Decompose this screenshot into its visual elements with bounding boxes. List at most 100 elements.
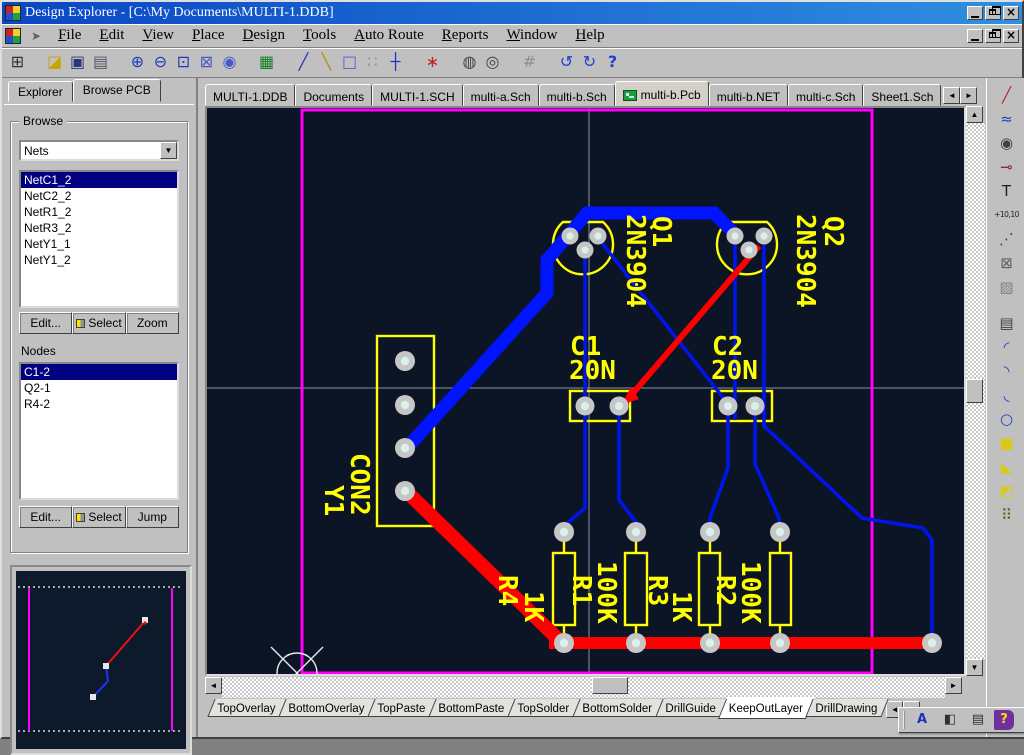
place-hatch-fill-icon[interactable]: ▨ xyxy=(994,276,1020,300)
nets-listbox[interactable]: NetC1_2NetC2_2NetR1_2NetR3_2NetY1_1NetY1… xyxy=(19,170,179,308)
designator-q2[interactable]: Q2 xyxy=(818,216,848,247)
place-segment-icon[interactable]: ≈ xyxy=(994,108,1020,132)
menu-view[interactable]: View xyxy=(133,25,183,46)
board-preview-panel[interactable] xyxy=(10,565,192,755)
layer-tab-topoverlay[interactable]: TopOverlay xyxy=(207,699,286,717)
open-document-icon[interactable]: ◪ xyxy=(43,51,66,74)
print-icon[interactable]: ▤ xyxy=(89,51,112,74)
panel-tab-explorer[interactable]: Explorer xyxy=(8,81,73,102)
designator-y1[interactable]: Y1 xyxy=(318,485,348,516)
select-area-icon[interactable]: □ xyxy=(338,51,361,74)
menu-help[interactable]: Help xyxy=(567,25,614,46)
zoom-out-icon[interactable]: ⊖ xyxy=(149,51,172,74)
menu-file[interactable]: File xyxy=(49,25,90,46)
document-system-icon[interactable] xyxy=(5,28,21,44)
panel-toggle-icon[interactable]: ◧ xyxy=(938,710,962,730)
vertical-scrollbar[interactable]: ▲ ▼ xyxy=(966,106,985,676)
minimize-button[interactable] xyxy=(967,6,983,20)
nodes-select-button[interactable]: Select xyxy=(72,506,125,528)
layer-tab-bottomoverlay[interactable]: BottomOverlay xyxy=(279,699,376,717)
zoom-in-icon[interactable]: ⊕ xyxy=(126,51,149,74)
component-r2-outline[interactable] xyxy=(770,553,791,625)
place-room-icon[interactable]: ⊠ xyxy=(994,252,1020,276)
route-smart-icon[interactable]: ╲ xyxy=(315,51,338,74)
nets-select-button[interactable]: Select xyxy=(72,312,125,334)
undo-icon[interactable]: ↺ xyxy=(555,51,578,74)
value-y1[interactable]: CON2 xyxy=(344,453,374,516)
value-c2[interactable]: 20N xyxy=(711,356,758,386)
help-book-icon[interactable]: ? xyxy=(994,710,1014,730)
pcb-canvas[interactable]: Q1 2N3904 Q2 2N3904 C1 20N C2 20N Y1 CON… xyxy=(205,106,966,676)
menu-place[interactable]: Place xyxy=(183,25,233,46)
browse-mode-combobox[interactable]: Nets ▼ xyxy=(19,140,179,161)
value-q2[interactable]: 2N3904 xyxy=(790,214,820,308)
horizontal-scroll-thumb[interactable] xyxy=(592,677,628,694)
route-track-icon[interactable]: ╱ xyxy=(292,51,315,74)
menu-window[interactable]: Window xyxy=(497,25,566,46)
scroll-down-icon[interactable]: ▼ xyxy=(966,659,983,676)
place-string-icon[interactable]: T xyxy=(994,180,1020,204)
value-r2[interactable]: 100K xyxy=(735,561,765,624)
panel-tab-browse-pcb[interactable]: Browse PCB xyxy=(73,79,161,102)
doc-tab-multi-b-net[interactable]: multi-b.NET xyxy=(709,84,788,106)
scroll-right-icon[interactable]: ► xyxy=(945,677,962,694)
grid-icon[interactable]: # xyxy=(518,51,541,74)
value-r3[interactable]: 1K xyxy=(666,591,696,623)
value-c1[interactable]: 20N xyxy=(569,356,616,386)
layer-tab-topsolder[interactable]: TopSolder xyxy=(507,699,580,717)
redo-icon[interactable]: ↻ xyxy=(578,51,601,74)
doc-tab-multi-b-pcb[interactable]: multi-b.Pcb xyxy=(615,81,709,106)
menu-tools[interactable]: Tools xyxy=(294,25,345,46)
net-item-nety1-1[interactable]: NetY1_1 xyxy=(21,236,177,252)
full-circle-icon[interactable]: ○ xyxy=(994,408,1020,432)
layer-tab-bottomsolder[interactable]: BottomSolder xyxy=(572,699,663,717)
value-r1[interactable]: 100K xyxy=(591,561,621,624)
nodes-edit-button[interactable]: Edit... xyxy=(19,506,72,528)
doc-tab-multi-1-ddb[interactable]: MULTI-1.DDB xyxy=(205,84,295,106)
doc-tab-multi-c-sch[interactable]: multi-c.Sch xyxy=(788,84,863,106)
place-dimension-icon[interactable]: ⋰ xyxy=(994,228,1020,252)
child-close-button[interactable]: × xyxy=(1003,29,1019,43)
doc-tab-sheet1-sch[interactable]: Sheet1.Sch xyxy=(863,84,941,106)
nets-edit-button[interactable]: Edit... xyxy=(19,312,72,334)
move-icon[interactable]: ┼ xyxy=(384,51,407,74)
vertical-scroll-thumb[interactable] xyxy=(966,379,983,403)
place-component-icon[interactable]: ▤ xyxy=(994,312,1020,336)
split-plane-icon[interactable]: ◩ xyxy=(994,480,1020,504)
scroll-left-icon[interactable]: ◄ xyxy=(205,677,222,694)
wizard-icon[interactable]: ∗ xyxy=(421,51,444,74)
place-fill-icon[interactable]: ■ xyxy=(994,432,1020,456)
doc-tab-documents[interactable]: Documents xyxy=(295,84,372,106)
node-item-q2-1[interactable]: Q2-1 xyxy=(21,380,177,396)
doc-tab-multi-b-sch[interactable]: multi-b.Sch xyxy=(539,84,615,106)
child-restore-button[interactable] xyxy=(985,29,1001,43)
nodes-listbox[interactable]: C1-2Q2-1R4-2 xyxy=(19,362,179,500)
text-find-icon[interactable]: A xyxy=(910,710,934,730)
save-icon[interactable]: ▣ xyxy=(66,51,89,74)
node-item-r4-2[interactable]: R4-2 xyxy=(21,396,177,412)
net-item-nety1-2[interactable]: NetY1_2 xyxy=(21,252,177,268)
design-manager-icon[interactable]: ⊞ xyxy=(6,51,29,74)
polygon-plane-icon[interactable]: ◣ xyxy=(994,456,1020,480)
menu-reports[interactable]: Reports xyxy=(433,25,498,46)
layer-tab-keepoutlayer[interactable]: KeepOutLayer xyxy=(718,699,814,719)
doc-tabs-scroll-left-icon[interactable]: ◄ xyxy=(943,87,960,104)
cross-probe-icon[interactable]: ▦ xyxy=(255,51,278,74)
help-icon[interactable]: ? xyxy=(601,51,624,74)
value-q1[interactable]: 2N3904 xyxy=(620,214,650,308)
deselect-icon[interactable]: ∷ xyxy=(361,51,384,74)
place-track-icon[interactable]: ╱ xyxy=(994,84,1020,108)
close-button[interactable]: × xyxy=(1003,6,1019,20)
value-r4[interactable]: 1K xyxy=(518,591,548,623)
zoom-document-icon[interactable]: ⊡ xyxy=(172,51,195,74)
horizontal-scrollbar[interactable]: ◄ ► xyxy=(205,677,962,698)
scroll-up-icon[interactable]: ▲ xyxy=(966,106,983,123)
net-item-netc1-2[interactable]: NetC1_2 xyxy=(21,172,177,188)
zoom-point-icon[interactable]: ◉ xyxy=(218,51,241,74)
menu-design[interactable]: Design xyxy=(234,25,295,46)
net-item-netr1-2[interactable]: NetR1_2 xyxy=(21,204,177,220)
combobox-dropdown-icon[interactable]: ▼ xyxy=(160,142,177,159)
doc-tab-multi-1-sch[interactable]: MULTI-1.SCH xyxy=(372,84,462,106)
doc-tab-multi-a-sch[interactable]: multi-a.Sch xyxy=(463,84,539,106)
doc-tabs-scroll-right-icon[interactable]: ► xyxy=(960,87,977,104)
